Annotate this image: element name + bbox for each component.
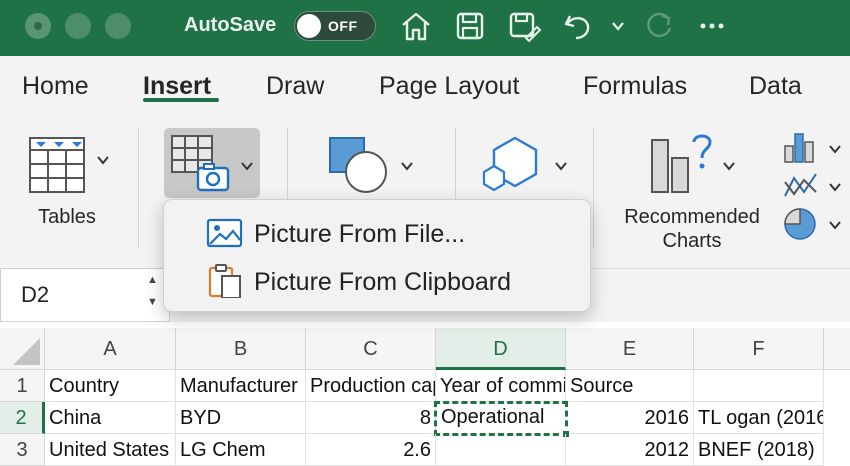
column-chart-button[interactable]	[782, 130, 846, 164]
name-box-down-arrow-icon[interactable]: ▼	[147, 296, 158, 308]
ribbon-separator	[138, 128, 139, 248]
shapes-icon	[329, 137, 387, 193]
pictures-chevron-down-icon	[240, 158, 254, 174]
menu-item-picture-from-clipboard[interactable]: Picture From Clipboard	[164, 256, 590, 304]
picture-icon	[171, 135, 230, 192]
undo-chevron-down-icon[interactable]	[600, 8, 624, 44]
line-chart-button[interactable]	[782, 168, 846, 202]
menu-item-picture-from-file[interactable]: Picture From File...	[164, 208, 590, 256]
recommended-charts-chevron-down-icon	[722, 158, 736, 174]
select-all-triangle-icon	[13, 338, 40, 365]
image-icon	[206, 218, 243, 248]
row-header-1[interactable]: 1	[0, 370, 45, 402]
pie-chart-chevron-down-icon	[829, 221, 841, 230]
cell-a3[interactable]: United States	[45, 434, 176, 466]
cell-d1[interactable]: Year of commissioning	[436, 370, 566, 402]
cell-e3[interactable]: 2012	[566, 434, 694, 466]
tab-insert[interactable]: Insert	[143, 72, 211, 101]
cell-e1[interactable]: Source	[566, 370, 694, 402]
column-header-b[interactable]: B	[176, 328, 306, 370]
pie-chart-icon	[784, 208, 816, 240]
row-header-3[interactable]: 3	[0, 434, 45, 466]
shapes-chevron-down-icon	[400, 158, 414, 174]
title-bar: AutoSave OFF	[0, 0, 850, 56]
recommended-charts-button[interactable]: Recommended Charts	[612, 130, 772, 252]
cell-b1[interactable]: Manufacturer	[176, 370, 306, 402]
cell-d3[interactable]	[436, 434, 566, 466]
autosave-label: AutoSave	[184, 14, 277, 36]
shapes-button[interactable]	[322, 130, 422, 200]
ribbon-tabs: Home Insert Draw Page Layout Formulas Da…	[0, 56, 850, 118]
row-header-2[interactable]: 2	[0, 402, 45, 434]
smartart-button[interactable]	[480, 130, 580, 200]
column-header-e[interactable]: E	[566, 328, 694, 370]
cell-f2[interactable]: TL ogan (2016)	[694, 402, 824, 434]
column-header-a[interactable]: A	[45, 328, 176, 370]
column-header-f[interactable]: F	[694, 328, 824, 370]
clipboard-icon	[208, 264, 241, 298]
select-all-corner[interactable]	[0, 328, 45, 370]
redo-icon	[640, 8, 676, 44]
pictures-button[interactable]	[164, 128, 260, 198]
home-icon[interactable]	[398, 8, 434, 44]
recommended-charts-label-line2: Charts	[662, 230, 722, 252]
column-header-c[interactable]: C	[306, 328, 436, 370]
tables-button[interactable]: Tables	[20, 130, 120, 240]
menu-item-label: Picture From File...	[254, 220, 466, 248]
toggle-knob	[297, 14, 321, 38]
hexagon-icon	[482, 136, 538, 192]
name-box[interactable]: D2 ▲ ▼	[0, 268, 170, 322]
more-icon[interactable]	[694, 8, 730, 44]
column-header-g[interactable]	[824, 328, 850, 370]
menu-item-label: Picture From Clipboard	[254, 268, 512, 296]
cell-c2[interactable]: 8	[306, 402, 436, 434]
column-chart-chevron-down-icon	[829, 145, 841, 154]
ribbon-separator	[593, 128, 594, 248]
tab-home[interactable]: Home	[22, 72, 89, 101]
cell-e2[interactable]: 2016	[566, 402, 694, 434]
tab-data[interactable]: Data	[749, 72, 802, 101]
table-icon	[29, 137, 85, 193]
toggle-state: OFF	[328, 18, 358, 34]
tab-page-layout[interactable]: Page Layout	[379, 72, 519, 101]
minimize-window-button[interactable]	[65, 13, 91, 39]
tables-chevron-down-icon	[96, 152, 110, 168]
cell-d2-selected[interactable]: Operational	[434, 401, 568, 436]
cell-a2[interactable]: China	[45, 402, 176, 434]
recommended-charts-label-line1: Recommended	[624, 206, 760, 228]
cell-a1[interactable]: Country	[45, 370, 176, 402]
cell-b2[interactable]: BYD	[176, 402, 306, 434]
cell-c3[interactable]: 2.6	[306, 434, 436, 466]
close-window-button[interactable]	[25, 13, 51, 39]
chart-question-icon	[651, 134, 712, 193]
name-box-value: D2	[21, 282, 50, 307]
undo-icon[interactable]	[560, 8, 596, 44]
cell-f1[interactable]	[694, 370, 824, 402]
cell-c1[interactable]: Production capacity	[306, 370, 436, 402]
active-tab-indicator	[143, 98, 219, 102]
cell-b3[interactable]: LG Chem	[176, 434, 306, 466]
save-icon[interactable]	[452, 8, 488, 44]
column-chart-icon	[784, 133, 814, 163]
tables-label: Tables	[38, 206, 96, 228]
zoom-window-button[interactable]	[105, 13, 131, 39]
line-chart-chevron-down-icon	[829, 183, 841, 192]
autosave-toggle[interactable]: OFF	[294, 11, 376, 41]
name-box-up-arrow-icon[interactable]: ▲	[147, 274, 158, 286]
cell-f3[interactable]: BNEF (2018)	[694, 434, 824, 466]
tab-draw[interactable]: Draw	[266, 72, 324, 101]
line-chart-icon	[784, 173, 817, 197]
pie-chart-button[interactable]	[782, 206, 846, 242]
column-header-d[interactable]: D	[436, 328, 566, 370]
picture-dropdown-menu: Picture From File... Picture From Clipbo…	[163, 199, 591, 312]
save-as-icon[interactable]	[506, 8, 542, 44]
tab-formulas[interactable]: Formulas	[583, 72, 687, 101]
smartart-chevron-down-icon	[554, 158, 568, 174]
